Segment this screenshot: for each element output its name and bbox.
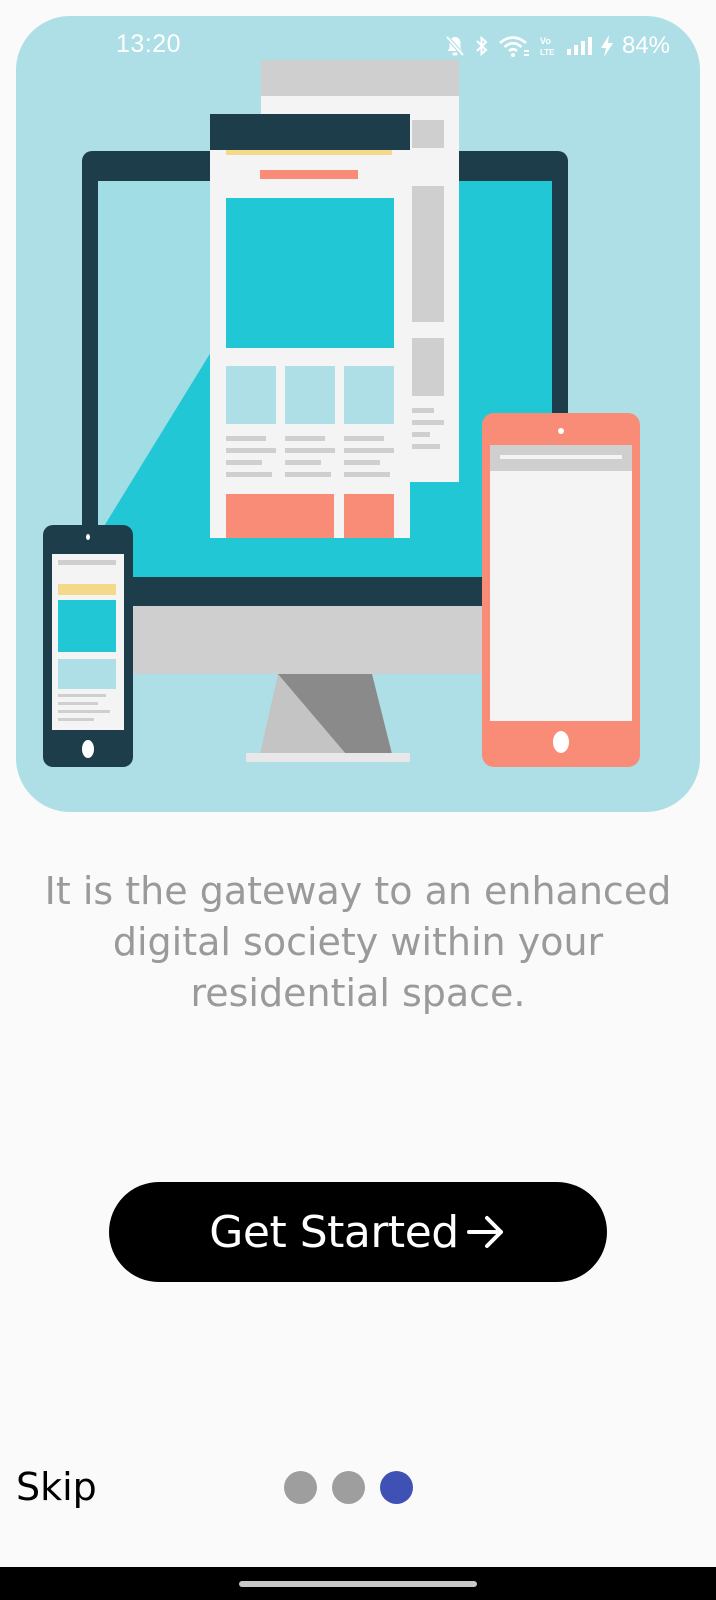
page-dot-3[interactable] — [380, 1471, 413, 1504]
wifi-icon — [498, 34, 530, 58]
page-dot-1[interactable] — [284, 1471, 317, 1504]
charging-icon — [600, 34, 614, 58]
bluetooth-icon — [474, 34, 490, 58]
navigation-bar — [0, 1567, 716, 1600]
page-dot-2[interactable] — [332, 1471, 365, 1504]
monitor-base — [246, 753, 410, 762]
signal-icon — [566, 35, 592, 57]
onboarding-message: It is the gateway to an enhanced digital… — [44, 869, 672, 1015]
arrow-right-icon — [465, 1211, 507, 1253]
status-bar: 13:20 Vo LTE 84% — [0, 0, 716, 92]
onboarding-screen: 13:20 Vo LTE 84% It is the gateway to an… — [0, 0, 716, 1600]
home-indicator[interactable] — [239, 1581, 477, 1587]
svg-text:LTE: LTE — [540, 48, 555, 57]
status-icons: Vo LTE 84% — [444, 30, 670, 62]
volte-icon: Vo LTE — [538, 34, 558, 58]
battery-percentage: 84% — [621, 32, 670, 59]
skip-button[interactable]: Skip — [16, 1465, 97, 1509]
hero-illustration-card — [16, 16, 700, 812]
status-time: 13:20 — [116, 30, 182, 58]
get-started-label: Get Started — [209, 1206, 459, 1258]
get-started-button[interactable]: Get Started — [109, 1182, 607, 1282]
responsive-devices-illustration — [43, 60, 640, 767]
mute-icon — [444, 34, 466, 58]
page-indicator — [284, 1471, 413, 1504]
svg-text:Vo: Vo — [540, 36, 551, 46]
